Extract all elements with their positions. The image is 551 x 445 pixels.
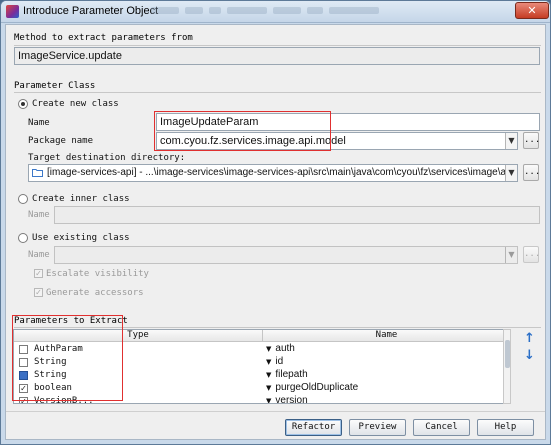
param-name-cell[interactable]: ▼ purgeOldDuplicate: [266, 382, 358, 395]
create-inner-class-radio[interactable]: [18, 194, 28, 204]
package-name-label: Package name: [28, 136, 94, 146]
table-scrollbar[interactable]: [503, 329, 511, 404]
param-name: purgeOldDuplicate: [275, 382, 359, 393]
param-name-cell[interactable]: ▼ filepath: [266, 369, 308, 382]
generate-accessors-label: Generate accessors: [46, 288, 144, 298]
chevron-down-icon: ▼: [266, 397, 272, 404]
dialog-window: Introduce Parameter Object ✕ Method to e…: [0, 0, 551, 445]
escalate-visibility-checkbox[interactable]: ✓: [34, 269, 43, 278]
param-name: filepath: [275, 369, 308, 380]
inner-class-name-input[interactable]: [54, 206, 540, 224]
chevron-down-icon: ▼: [266, 371, 272, 379]
separator: [14, 45, 541, 46]
chevron-down-icon[interactable]: ▼: [505, 247, 517, 263]
app-icon: [6, 5, 19, 18]
down-arrow-icon[interactable]: ↓: [524, 348, 535, 363]
help-button[interactable]: Help: [477, 419, 534, 436]
browse-package-button[interactable]: ...: [523, 132, 540, 149]
existing-class-name-combo[interactable]: [54, 246, 518, 264]
preview-button[interactable]: Preview: [349, 419, 406, 436]
chevron-down-icon: ▼: [266, 345, 272, 353]
browse-existing-button[interactable]: ...: [523, 246, 540, 263]
create-inner-class-label[interactable]: Create inner class: [32, 194, 130, 204]
method-field: ImageService.update: [14, 47, 540, 65]
create-new-class-radio[interactable]: [18, 99, 28, 109]
parameter-class-label: Parameter Class: [14, 81, 96, 91]
title-bar-background: [151, 7, 421, 16]
inner-name-label: Name: [28, 210, 50, 220]
up-arrow-icon[interactable]: ↑: [524, 331, 535, 346]
highlight-box: [12, 315, 123, 401]
name-label: Name: [28, 118, 50, 128]
chevron-down-icon: ▼: [266, 358, 272, 366]
chevron-down-icon: ▼: [266, 384, 272, 392]
use-existing-class-label[interactable]: Use existing class: [32, 233, 130, 243]
param-name-cell[interactable]: ▼ auth: [266, 343, 295, 356]
name-column-header[interactable]: Name: [262, 330, 508, 342]
footer-separator: [6, 411, 545, 412]
scrollbar-thumb[interactable]: [505, 340, 510, 368]
param-name: version: [275, 395, 308, 404]
param-name-cell[interactable]: ▼ id: [266, 356, 283, 369]
close-button[interactable]: ✕: [515, 2, 549, 19]
escalate-visibility-label: Escalate visibility: [46, 269, 149, 279]
generate-accessors-checkbox[interactable]: ✓: [34, 288, 43, 297]
method-section-label: Method to extract parameters from: [14, 33, 193, 43]
target-directory-combo[interactable]: [image-services-api] - ...\image-service…: [28, 164, 518, 182]
highlight-box: [154, 111, 331, 151]
param-name: auth: [275, 343, 295, 354]
param-name: id: [275, 356, 284, 367]
dialog-content: Method to extract parameters from ImageS…: [5, 24, 546, 440]
chevron-down-icon[interactable]: ▼: [505, 133, 517, 149]
create-new-class-label[interactable]: Create new class: [32, 99, 119, 109]
param-name-cell[interactable]: ▼ version: [266, 395, 308, 404]
target-directory-value: [image-services-api] - ...\image-service…: [47, 167, 518, 178]
window-title: Introduce Parameter Object: [23, 5, 159, 17]
browse-directory-button[interactable]: ...: [523, 164, 540, 181]
target-directory-label: Target destination directory:: [28, 153, 186, 163]
folder-icon: [32, 169, 43, 177]
refactor-button[interactable]: Refactor: [285, 419, 342, 436]
cancel-button[interactable]: Cancel: [413, 419, 470, 436]
separator: [14, 92, 541, 93]
title-bar[interactable]: Introduce Parameter Object ✕: [1, 1, 550, 23]
use-existing-class-radio[interactable]: [18, 233, 28, 243]
existing-name-label: Name: [28, 250, 50, 260]
chevron-down-icon[interactable]: ▼: [505, 165, 517, 181]
